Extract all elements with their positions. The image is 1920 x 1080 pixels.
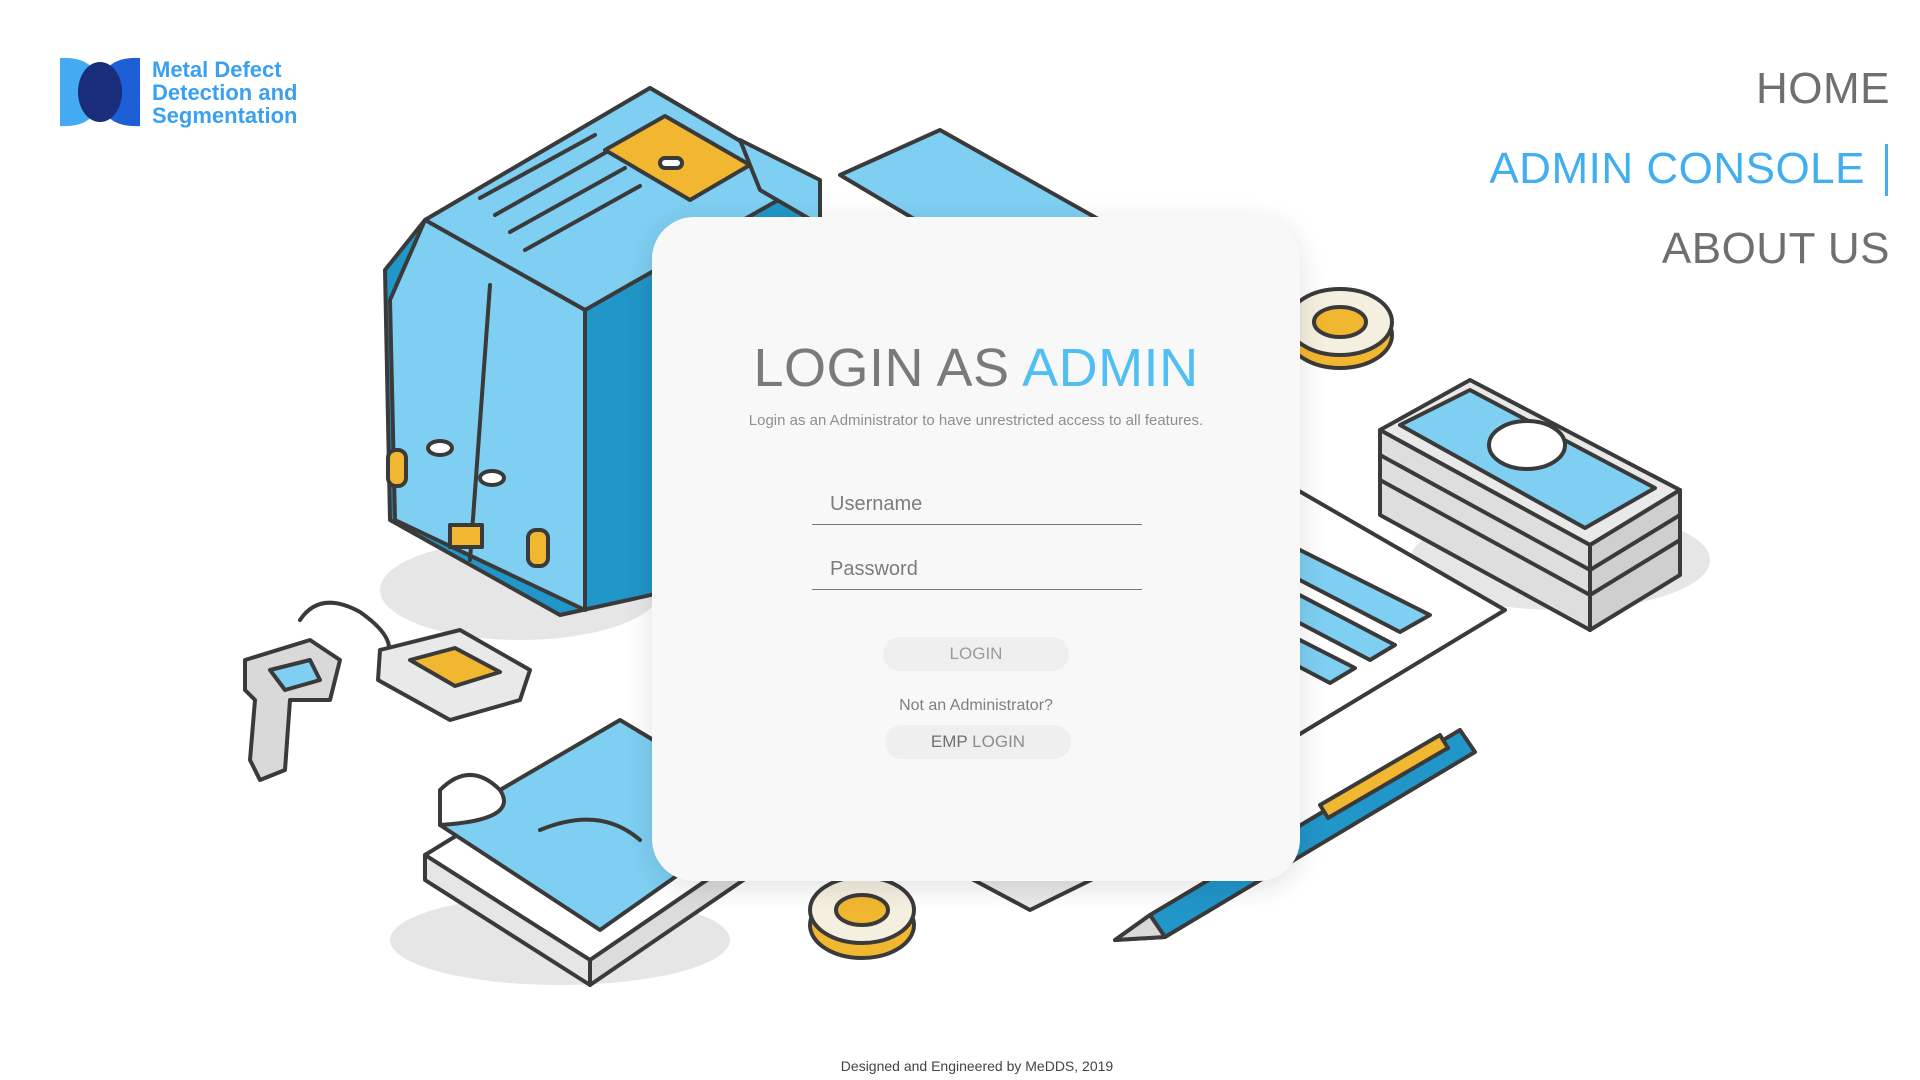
admin-login-card: LOGIN AS ADMIN Login as an Administrator… bbox=[652, 217, 1300, 881]
nav-home-link[interactable]: HOME bbox=[1756, 64, 1890, 114]
emp-login-button[interactable]: EMP LOGIN bbox=[885, 725, 1071, 759]
login-title-prefix: LOGIN AS bbox=[753, 338, 1023, 398]
login-button[interactable]: LOGIN bbox=[883, 637, 1069, 671]
logo-text: Metal Defect Detection and Segmentation bbox=[152, 58, 297, 127]
login-title-accent: ADMIN bbox=[1022, 338, 1199, 398]
logo-icon bbox=[60, 57, 140, 127]
nav-active-indicator bbox=[1885, 144, 1888, 196]
logo-line-3: Segmentation bbox=[152, 102, 298, 128]
main-nav: HOME ADMIN CONSOLE ABOUT US bbox=[1370, 60, 1890, 290]
not-admin-text: Not an Administrator? bbox=[899, 697, 1053, 714]
emp-login-prefix: EMP bbox=[930, 732, 968, 751]
footer-credit: Designed and Engineered by MeDDS, 2019 bbox=[840, 1058, 1114, 1074]
emp-login-suffix: LOGIN bbox=[967, 732, 1026, 751]
login-subtitle: Login as an Administrator to have unrest… bbox=[748, 412, 1204, 429]
nav-admin-console-link[interactable]: ADMIN CONSOLE bbox=[1489, 144, 1865, 194]
password-input[interactable] bbox=[812, 550, 1142, 590]
username-input[interactable] bbox=[812, 485, 1142, 525]
brand-logo[interactable]: Metal Defect Detection and Segmentation bbox=[60, 56, 297, 128]
logo-line-2: Detection and bbox=[152, 79, 298, 105]
nav-about-us-link[interactable]: ABOUT US bbox=[1662, 224, 1890, 274]
logo-line-1: Metal Defect bbox=[152, 56, 282, 82]
login-title: LOGIN AS ADMIN bbox=[652, 337, 1300, 399]
